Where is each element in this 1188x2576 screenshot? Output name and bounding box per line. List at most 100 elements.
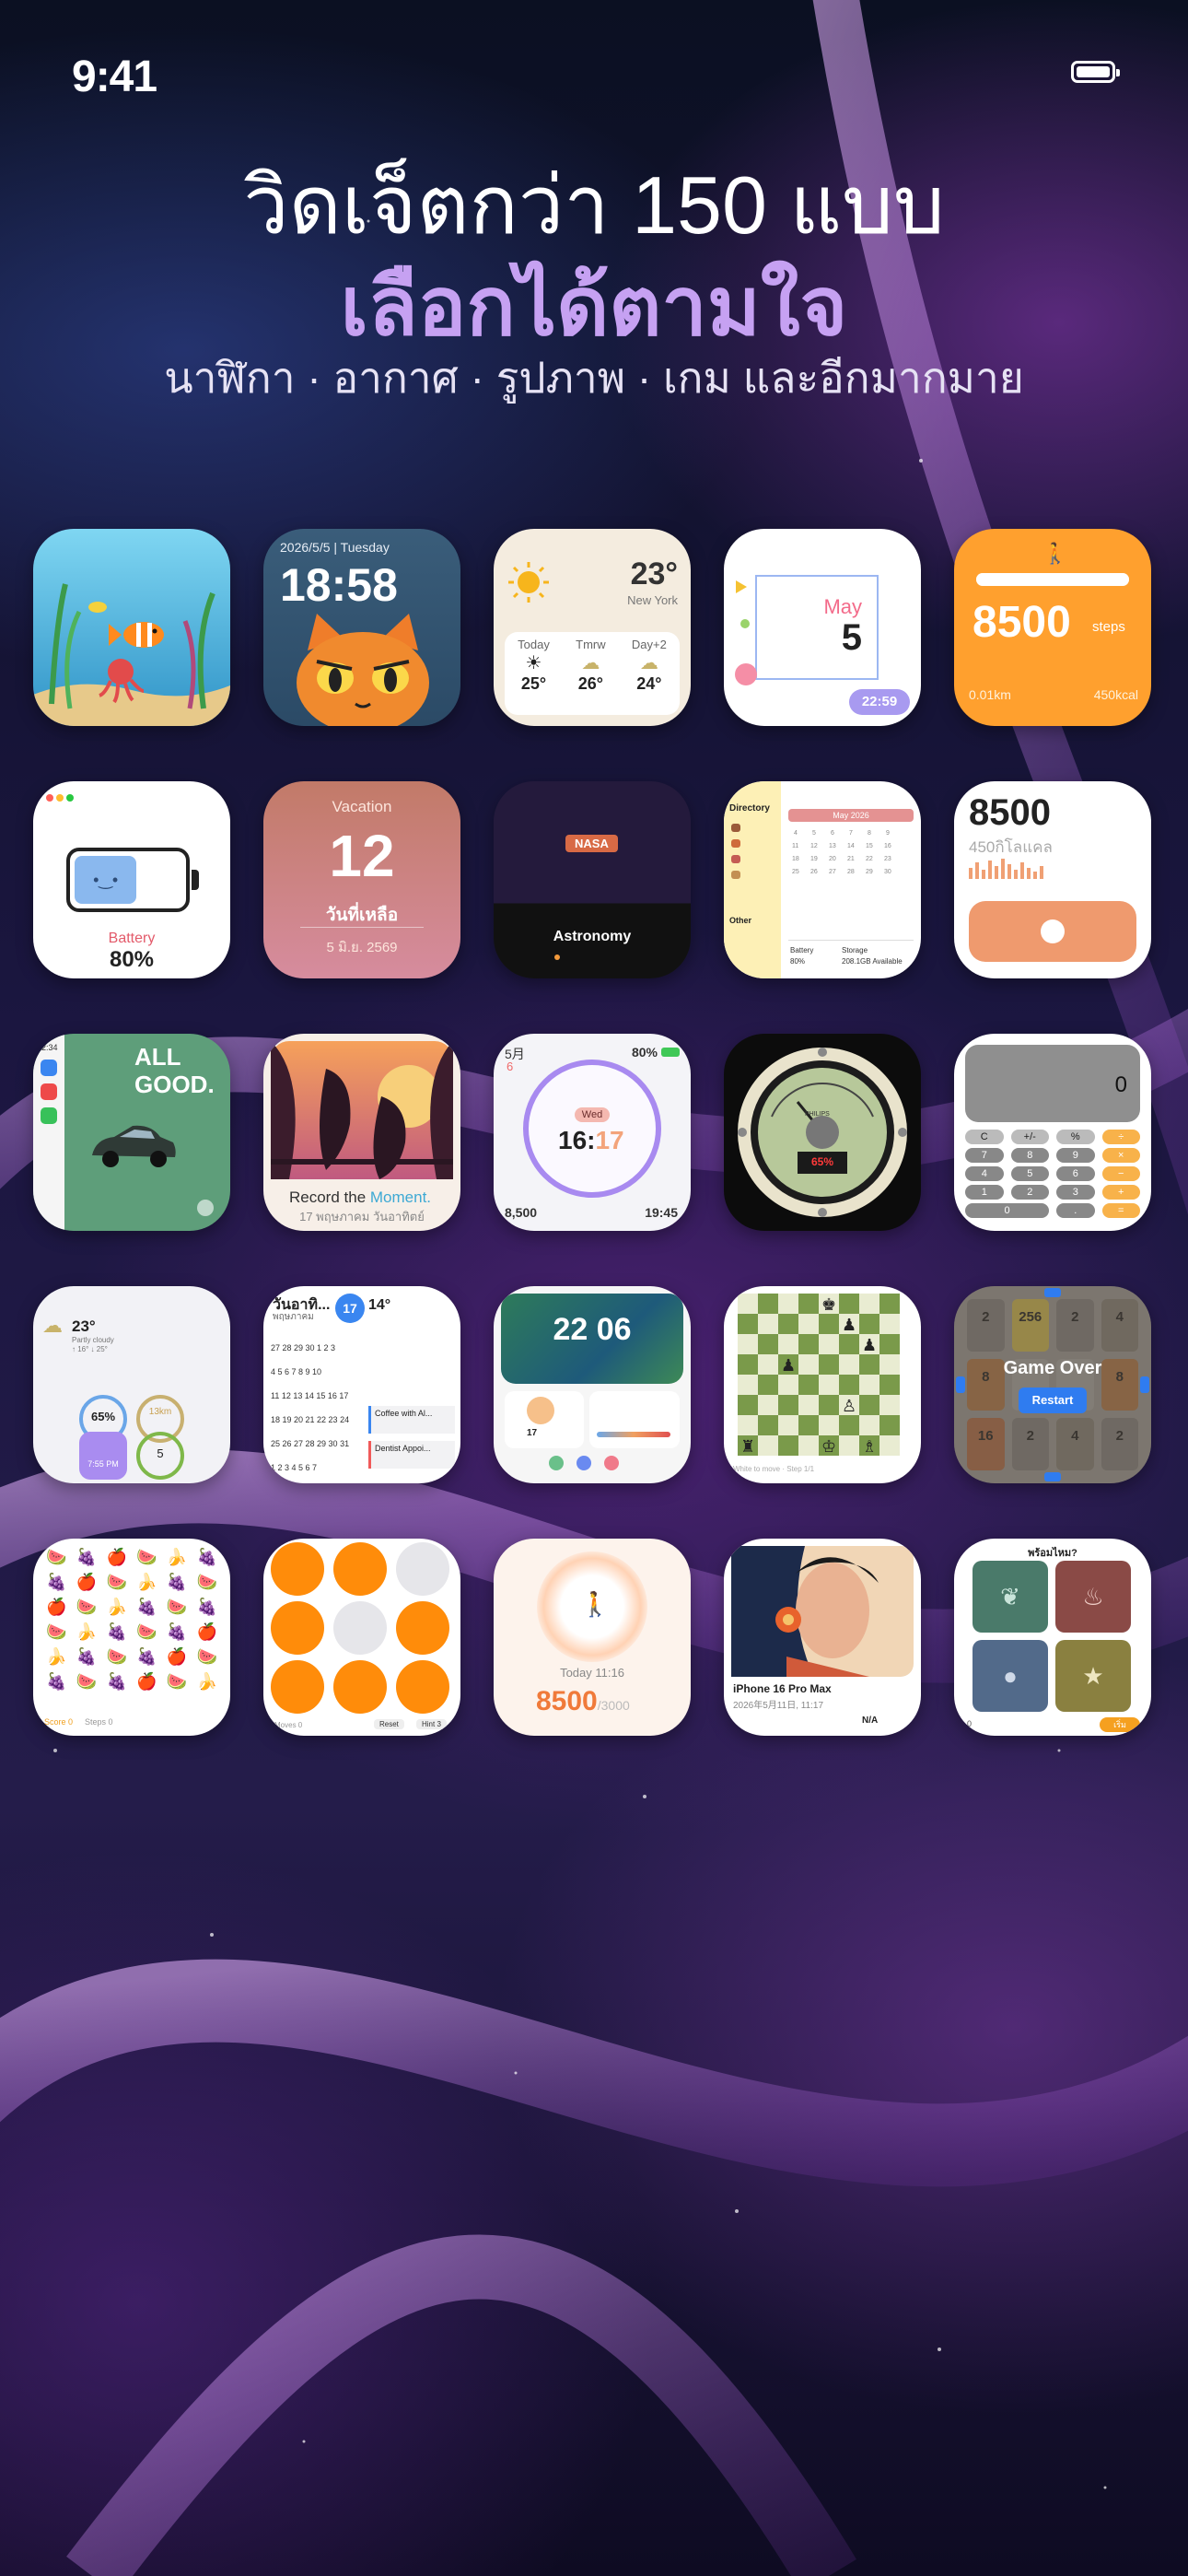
fruit-tile-icon[interactable]: 🍌: [75, 1622, 99, 1642]
fruit-tile-icon[interactable]: 🍌: [194, 1672, 219, 1692]
weather-widget[interactable]: 23° New York Today ☀ 25° Tmrw ☁ 26° Day+…: [494, 529, 691, 726]
nasa-widget[interactable]: NASA Astronomy: [494, 781, 691, 978]
light-dot[interactable]: [271, 1601, 324, 1655]
restart-button[interactable]: Restart: [1019, 1388, 1087, 1413]
fruit-tile-icon[interactable]: 🍉: [194, 1573, 219, 1592]
flame-card-icon[interactable]: ♨: [1055, 1561, 1131, 1633]
fruit-tile-icon[interactable]: 🍉: [165, 1672, 190, 1692]
memory-game-widget[interactable]: พร้อมไหม? ❦ ♨ ● ★ 0 เริ่ม: [954, 1539, 1151, 1736]
fruit-tile-icon[interactable]: 🍌: [165, 1548, 190, 1567]
fruit-tile-icon[interactable]: 🍇: [44, 1672, 69, 1692]
calculator-key[interactable]: 0: [965, 1203, 1049, 1218]
calculator-key[interactable]: 3: [1056, 1185, 1095, 1200]
calculator-key[interactable]: 9: [1056, 1148, 1095, 1163]
steps-glow-widget[interactable]: 🚶 Today 11:16 8500/3000: [494, 1539, 691, 1736]
chess-board[interactable]: ♚ ♟ ♟ ♟ ♙ ♜ ♔ ♗: [733, 1294, 912, 1456]
quick-actions[interactable]: [549, 1456, 619, 1470]
fruit-tile-icon[interactable]: 🍎: [104, 1548, 129, 1567]
fruit-tile-icon[interactable]: 🍎: [134, 1672, 159, 1692]
fruit-grid[interactable]: 🍉 🍇 🍎 🍉 🍌 🍇 🍇 🍎 🍉 🍌 🍇 🍉 🍎 🍉 🍌 🍇 🍉 🍇 🍉 🍌 🍇 🍉 🍇 🍎 🍌 🍇 🍉 🍇 🍎 🍉 🍇 🍉 🍇 🍎 🍉 🍌: [44, 1548, 219, 1692]
calculator-key[interactable]: +/-: [1010, 1130, 1049, 1144]
fruit-tile-icon[interactable]: 🍎: [165, 1647, 190, 1667]
ring-clock-widget[interactable]: 5月 6 80% Wed 16:17 8,500 19:45: [494, 1034, 691, 1231]
fruit-tile-icon[interactable]: 🍇: [194, 1598, 219, 1617]
cat-clock-widget[interactable]: 2026/5/5 | Tuesday 18:58: [263, 529, 460, 726]
lights-out-widget[interactable]: Moves 0 Reset Hint 3: [263, 1539, 460, 1736]
calculator-key[interactable]: 8: [1010, 1148, 1049, 1163]
calculator-widget[interactable]: 0 C +/-% ÷ 7 8 9 × 4 5 6− 1 2 3 +0. =: [954, 1034, 1151, 1231]
calculator-key[interactable]: 7: [965, 1148, 1004, 1163]
calculator-key[interactable]: %: [1056, 1130, 1095, 1144]
fruit-tile-icon[interactable]: 🍉: [44, 1548, 69, 1567]
fruit-tile-icon[interactable]: 🍉: [44, 1622, 69, 1642]
reset-button[interactable]: Reset: [374, 1719, 404, 1729]
fruit-tile-icon[interactable]: 🍇: [104, 1622, 129, 1642]
leaf-card-icon[interactable]: ❦: [973, 1561, 1048, 1633]
light-dot[interactable]: [271, 1660, 324, 1714]
calculator-key[interactable]: 5: [1010, 1166, 1049, 1181]
fruit-tile-icon[interactable]: 🍉: [104, 1573, 129, 1592]
calculator-key[interactable]: .: [1056, 1203, 1095, 1218]
swipe-down-button[interactable]: [1044, 1472, 1061, 1481]
activity-widget[interactable]: 8500 450กิโลแคล: [954, 781, 1151, 978]
play-icon[interactable]: [197, 1200, 214, 1216]
fruit-tile-icon[interactable]: 🍎: [194, 1622, 219, 1642]
aquarium-widget[interactable]: [33, 529, 230, 726]
fruit-tile-icon[interactable]: 🍉: [194, 1647, 219, 1667]
calculator-key[interactable]: ×: [1101, 1148, 1140, 1163]
fruit-tile-icon[interactable]: 🍌: [134, 1573, 159, 1592]
fruit-tile-icon[interactable]: 🍉: [134, 1548, 159, 1567]
light-dot[interactable]: [333, 1601, 387, 1655]
game-2048-widget[interactable]: 2 256 2 4 8 8 16 2 4 2 Game Over Restart: [954, 1286, 1151, 1483]
drop-card-icon[interactable]: ●: [973, 1640, 1048, 1712]
calendar-event[interactable]: Coffee with Al...: [368, 1406, 455, 1434]
fruit-tile-icon[interactable]: 🍎: [75, 1573, 99, 1592]
activity-toggle[interactable]: [969, 901, 1136, 962]
calculator-key[interactable]: C: [965, 1130, 1004, 1144]
weather-rings-widget[interactable]: ☁ 23° Partly cloudy ↑ 16° ↓ 25° 65% 13km…: [33, 1286, 230, 1483]
fruit-tile-icon[interactable]: 🍎: [44, 1598, 69, 1617]
calculator-key[interactable]: 1: [965, 1185, 1004, 1200]
light-dot[interactable]: [396, 1660, 449, 1714]
calculator-key[interactable]: 6: [1056, 1166, 1095, 1181]
fruit-tile-icon[interactable]: 🍌: [44, 1647, 69, 1667]
light-dot[interactable]: [396, 1542, 449, 1596]
fruit-tile-icon[interactable]: 🍇: [165, 1573, 190, 1592]
fruit-tile-icon[interactable]: 🍉: [75, 1672, 99, 1692]
dots-grid[interactable]: [271, 1542, 453, 1714]
fruit-tile-icon[interactable]: 🍇: [75, 1647, 99, 1667]
fruit-tile-icon[interactable]: 🍉: [75, 1598, 99, 1617]
light-dot[interactable]: [333, 1542, 387, 1596]
gauge-widget[interactable]: PHILIPS 65%: [724, 1034, 921, 1231]
fruit-tile-icon[interactable]: 🍉: [104, 1647, 129, 1667]
calendar-event[interactable]: Dentist Appoi...: [368, 1441, 455, 1469]
fruit-match-widget[interactable]: 🍉 🍇 🍎 🍉 🍌 🍇 🍇 🍎 🍉 🍌 🍇 🍉 🍎 🍉 🍌 🍇 🍉 🍇 🍉 🍌 🍇 🍉 🍇 🍎 🍌 🍇 🍉 🍇 🍎 🍉 🍇 🍉 🍇 🍎 🍉 🍌 Sco…: [33, 1539, 230, 1736]
chess-widget[interactable]: ♚ ♟ ♟ ♟ ♙ ♜ ♔ ♗ White to move · Step 1/1: [724, 1286, 921, 1483]
battery-widget[interactable]: •‿• Battery 80%: [33, 781, 230, 978]
fruit-tile-icon[interactable]: 🍉: [134, 1622, 159, 1642]
date-card-widget[interactable]: May 5 22:59: [724, 529, 921, 726]
photo-parrots-widget[interactable]: Record the Moment. 17 พฤษภาคม วันอาทิตย์: [263, 1034, 460, 1231]
calculator-key[interactable]: 4: [965, 1166, 1004, 1181]
fruit-tile-icon[interactable]: 🍇: [194, 1548, 219, 1567]
calculator-key[interactable]: +: [1101, 1185, 1140, 1200]
fruit-tile-icon[interactable]: 🍇: [134, 1598, 159, 1617]
fruit-tile-icon[interactable]: 🍌: [104, 1598, 129, 1617]
swipe-up-button[interactable]: [1044, 1288, 1061, 1297]
device-poster-widget[interactable]: iPhone 16 Pro Max 2026年5月11日, 11:17 N/A: [724, 1539, 921, 1736]
hint-button[interactable]: Hint 3: [416, 1719, 447, 1729]
star-card-icon[interactable]: ★: [1055, 1640, 1131, 1712]
car-widget[interactable]: 22:34 ALL GOOD.: [33, 1034, 230, 1231]
fruit-tile-icon[interactable]: 🍉: [165, 1598, 190, 1617]
fruit-tile-icon[interactable]: 🍇: [104, 1672, 129, 1692]
start-button[interactable]: เริ่ม: [1100, 1717, 1140, 1732]
fruit-tile-icon[interactable]: 🍇: [75, 1548, 99, 1567]
calculator-key[interactable]: −: [1101, 1166, 1140, 1181]
directory-widget[interactable]: Directory Other May 2026 4 5 6 7 8 9 11 12 13 14…: [724, 781, 921, 978]
steps-widget[interactable]: 🚶 8500 steps 0.01km 450kcal: [954, 529, 1151, 726]
swipe-right-button[interactable]: [1140, 1376, 1149, 1393]
light-dot[interactable]: [271, 1542, 324, 1596]
light-dot[interactable]: [333, 1660, 387, 1714]
calendar-widget[interactable]: วันอาทิ... พฤษภาคม 17 14° 27 28 29 30 1 …: [263, 1286, 460, 1483]
vacation-countdown-widget[interactable]: Vacation 12 วันที่เหลือ 5 มิ.ย. 2569: [263, 781, 460, 978]
